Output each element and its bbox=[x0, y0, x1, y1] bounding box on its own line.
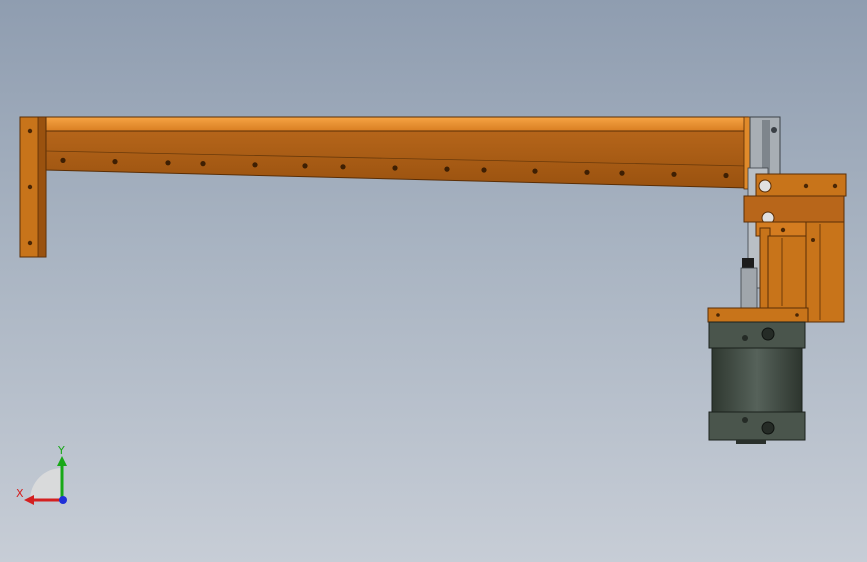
bolt-hole bbox=[302, 163, 308, 169]
bolt-hole bbox=[112, 159, 118, 165]
main-beam bbox=[45, 116, 751, 190]
bolt-hole bbox=[671, 171, 677, 177]
bolt-hole bbox=[444, 166, 450, 172]
bolt-hole bbox=[619, 170, 625, 176]
graphics-viewport[interactable]: Y X bbox=[0, 0, 867, 562]
cad-model-view[interactable]: Y X bbox=[0, 0, 867, 562]
bolt-hole bbox=[392, 165, 398, 171]
coordinate-triad: Y X bbox=[16, 444, 67, 505]
bolt-hole bbox=[532, 168, 538, 174]
bolt-hole bbox=[481, 167, 487, 173]
cylinder-mount-plate bbox=[707, 307, 809, 323]
bolt-hole bbox=[200, 161, 206, 167]
left-end-plate bbox=[19, 116, 47, 258]
bolt-hole bbox=[584, 169, 590, 175]
pneumatic-cylinder bbox=[708, 321, 806, 444]
bolt-hole bbox=[165, 160, 171, 166]
triad-x-label: X bbox=[16, 487, 24, 500]
bolt-hole bbox=[723, 172, 729, 179]
triad-y-label: Y bbox=[57, 444, 65, 457]
bolt-hole bbox=[340, 164, 346, 170]
bolt-hole bbox=[252, 162, 258, 168]
bolt-hole bbox=[60, 157, 66, 163]
